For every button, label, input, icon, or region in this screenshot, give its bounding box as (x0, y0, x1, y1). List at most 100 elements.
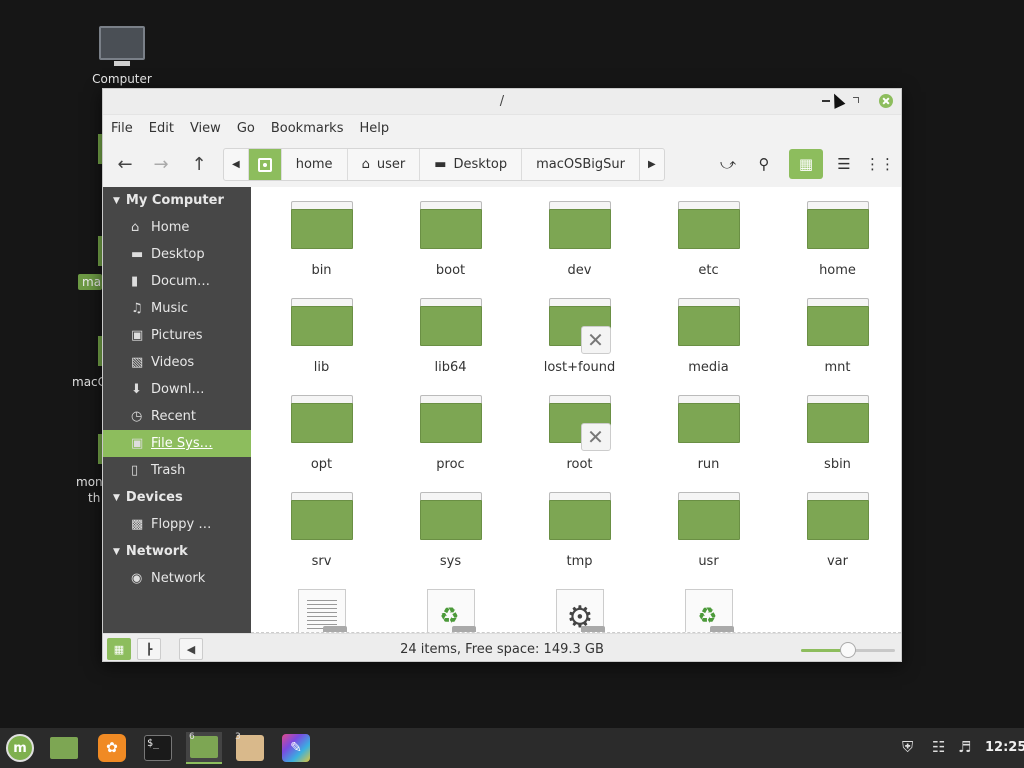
recycle-link-icon: ♻ (426, 589, 476, 632)
breadcrumb-home[interactable]: home (282, 149, 348, 180)
taskbar-firefox[interactable]: ✿ (94, 732, 130, 764)
maximize-button[interactable] (849, 94, 863, 108)
folder-icon (50, 737, 78, 759)
menu-edit[interactable]: Edit (149, 121, 174, 136)
folder-item[interactable]: sbin (773, 395, 901, 492)
folder-item[interactable]: media (644, 298, 773, 395)
folder-name: bin (311, 263, 332, 278)
gear-link-icon: ⚙ (555, 589, 605, 632)
sidebar-item-desktop[interactable]: ▬ Desktop (103, 241, 251, 268)
mint-logo-icon: m (6, 734, 34, 762)
folder-item[interactable]: opt (257, 395, 386, 492)
desktop-computer-icon[interactable]: Computer (86, 26, 158, 86)
sidebar-item-network[interactable]: ◉ Network (103, 565, 251, 592)
folder-item[interactable]: srv (257, 492, 386, 589)
taskbar-archive[interactable]: 3 (232, 732, 268, 764)
zoom-slider-handle[interactable] (840, 642, 856, 658)
sidebar-section-devices[interactable]: ▼ Devices (103, 484, 251, 511)
folder-item[interactable]: boot (386, 201, 515, 298)
breadcrumb-desktop[interactable]: ▬ Desktop (420, 149, 523, 180)
volume-icon[interactable]: ♬ (958, 738, 971, 756)
menu-bookmarks[interactable]: Bookmarks (271, 121, 344, 136)
menu-button[interactable]: m (2, 732, 38, 764)
network-icon[interactable]: ☷ (932, 738, 945, 756)
file-item[interactable]: ♻ (644, 589, 773, 632)
folder-item[interactable]: dev (515, 201, 644, 298)
window-title: / (499, 94, 505, 109)
folder-item[interactable]: usr (644, 492, 773, 589)
breadcrumb-macosbigsur[interactable]: macOSBigSur (522, 149, 640, 180)
sidebar-item-file-system[interactable]: ▣ File Sys… (103, 430, 251, 457)
clock[interactable]: 12:25 (985, 740, 1024, 755)
expander-icon: ▼ (113, 546, 120, 557)
folder-item[interactable]: ✕ root (515, 395, 644, 492)
folder-item[interactable]: bin (257, 201, 386, 298)
sidebar-item-downloads[interactable]: ⬇ Downl… (103, 376, 251, 403)
folder-name: media (688, 360, 729, 375)
folder-item[interactable]: home (773, 201, 901, 298)
menu-file[interactable]: File (111, 121, 133, 136)
icon-view-icon[interactable]: ▦ (789, 149, 823, 179)
breadcrumb-right-icon[interactable]: ▶ (640, 149, 664, 180)
firefox-icon: ✿ (98, 734, 126, 762)
folder-item[interactable]: lib64 (386, 298, 515, 395)
folder-item[interactable]: tmp (515, 492, 644, 589)
sidebar-item-floppy[interactable]: ▩ Floppy … (103, 511, 251, 538)
compact-view-icon[interactable]: ⋮⋮ (863, 149, 897, 179)
desktop-selected-label[interactable]: ma (78, 274, 102, 290)
sidebar-item-trash[interactable]: ▯ Trash (103, 457, 251, 484)
folder-item[interactable]: etc (644, 201, 773, 298)
menu-bar: File Edit View Go Bookmarks Help (103, 115, 901, 141)
file-manager-window: / File Edit View Go Bookmarks Help ← → ↑… (102, 88, 902, 662)
sidebar: ▼ My Computer ⌂ Home ▬ Desktop ▮ Docum… ♫ Mus… (103, 187, 251, 633)
close-button[interactable] (879, 94, 893, 108)
sidebar-item-home[interactable]: ⌂ Home (103, 214, 251, 241)
zoom-slider[interactable] (801, 642, 895, 658)
search-icon[interactable]: ⚲ (747, 149, 781, 179)
taskbar-files-launcher[interactable] (46, 732, 82, 764)
folder-item[interactable]: proc (386, 395, 515, 492)
folder-item[interactable]: ✕ lost+found (515, 298, 644, 395)
taskbar-files-window[interactable]: 6 (186, 732, 222, 764)
sidebar-item-videos[interactable]: ▧ Videos (103, 349, 251, 376)
back-arrow-icon[interactable]: ← (109, 149, 141, 179)
shield-icon[interactable]: ⛨ (902, 738, 913, 756)
breadcrumb-left-icon[interactable]: ◀ (224, 149, 249, 180)
file-item[interactable] (257, 589, 386, 632)
folder-name: boot (435, 263, 466, 278)
menu-view[interactable]: View (190, 121, 221, 136)
sidebar-item-documents[interactable]: ▮ Docum… (103, 268, 251, 295)
folder-icon (290, 492, 353, 540)
file-item[interactable]: ⚙ (515, 589, 644, 632)
file-item[interactable]: ♻ (386, 589, 515, 632)
folder-item[interactable]: sys (386, 492, 515, 589)
forward-arrow-icon[interactable]: → (145, 149, 177, 179)
title-bar[interactable]: / (103, 89, 901, 115)
taskbar-terminal[interactable]: $_ (140, 732, 176, 764)
sidebar-section-network[interactable]: ▼ Network (103, 538, 251, 565)
folder-icon (677, 395, 740, 443)
taskbar: m ✿ $_ 6 3 ✎ ⛨ ☷ ♬ 12:25 (0, 728, 1024, 768)
breadcrumb-user[interactable]: ⌂ user (348, 149, 421, 180)
path-toggle-icon[interactable]: ⤻ (711, 149, 745, 179)
expander-icon: ▼ (113, 195, 120, 206)
desktop-label: th (88, 491, 101, 505)
folder-item[interactable]: lib (257, 298, 386, 395)
taskbar-paint[interactable]: ✎ (278, 732, 314, 764)
folder-icon (290, 395, 353, 443)
sidebar-item-recent[interactable]: ◷ Recent (103, 403, 251, 430)
sidebar-item-pictures[interactable]: ▣ Pictures (103, 322, 251, 349)
folder-item[interactable]: var (773, 492, 901, 589)
folder-item[interactable]: mnt (773, 298, 901, 395)
folder-item[interactable]: run (644, 395, 773, 492)
sidebar-section-my-computer[interactable]: ▼ My Computer (103, 187, 251, 214)
breadcrumb-root[interactable] (248, 149, 282, 180)
list-view-icon[interactable]: ☰ (827, 149, 861, 179)
menu-go[interactable]: Go (237, 121, 255, 136)
menu-help[interactable]: Help (359, 121, 389, 136)
sidebar-item-music[interactable]: ♫ Music (103, 295, 251, 322)
up-arrow-icon[interactable]: ↑ (183, 149, 215, 179)
no-access-icon: ✕ (580, 326, 611, 354)
file-view[interactable]: bin boot dev etc home lib lib64 ✕ lost+found medi… (251, 187, 901, 633)
trash-icon: ▯ (131, 463, 139, 478)
